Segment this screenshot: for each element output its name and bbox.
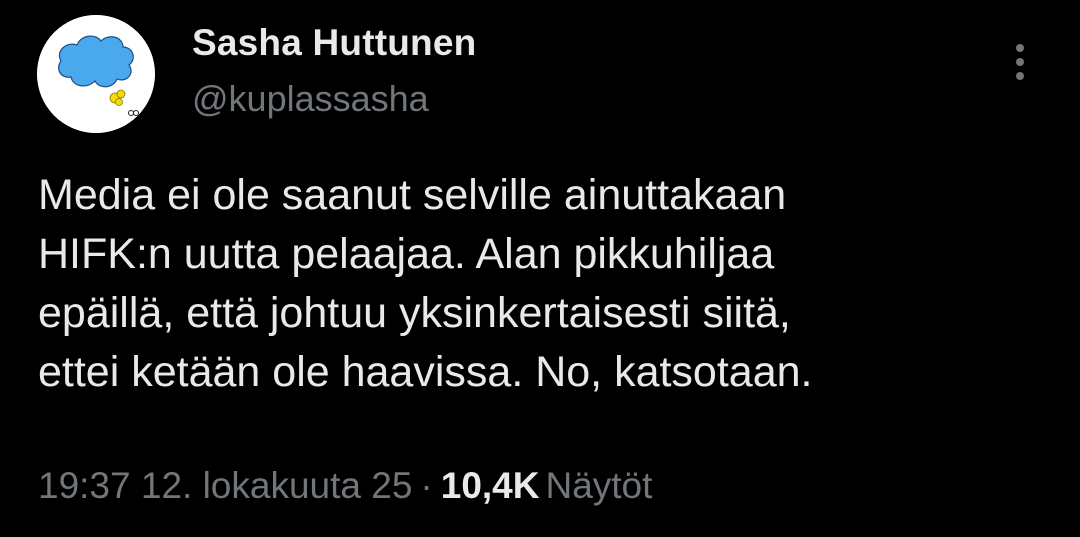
more-options-button[interactable] — [1000, 38, 1040, 86]
views-count: 10,4K — [440, 465, 540, 506]
meta-separator: · — [420, 465, 433, 506]
author-handle[interactable]: @kuplassasha — [192, 78, 429, 120]
tweet-text-line: epäillä, että johtuu yksinkertaisesti si… — [38, 289, 791, 337]
tweet: Sasha Huttunen @kuplassasha Media ei ole… — [0, 0, 1080, 537]
timestamp-link[interactable]: 19:37 12. lokakuuta 25 — [38, 465, 412, 506]
tweet-text: Media ei ole saanut selville ainuttakaan… — [38, 166, 1058, 402]
vertical-dots-icon — [1016, 44, 1024, 80]
tweet-text-line: HIFK:n uutta pelaajaa. Alan pikkuhiljaa — [38, 230, 775, 278]
cloud-avatar-icon — [37, 15, 155, 133]
tweet-time: 19:37 — [38, 465, 131, 506]
tweet-meta: 19:37 12. lokakuuta 25 · 10,4K Näytöt — [38, 465, 652, 507]
avatar[interactable] — [37, 15, 155, 133]
tweet-text-line: ettei ketään ole haavissa. No, katsotaan… — [38, 348, 813, 396]
tweet-text-line: Media ei ole saanut selville ainuttakaan — [38, 171, 787, 219]
views-label: Näytöt — [545, 465, 653, 506]
tweet-date: 12. lokakuuta 25 — [140, 465, 413, 506]
author-display-name[interactable]: Sasha Huttunen — [192, 22, 476, 64]
